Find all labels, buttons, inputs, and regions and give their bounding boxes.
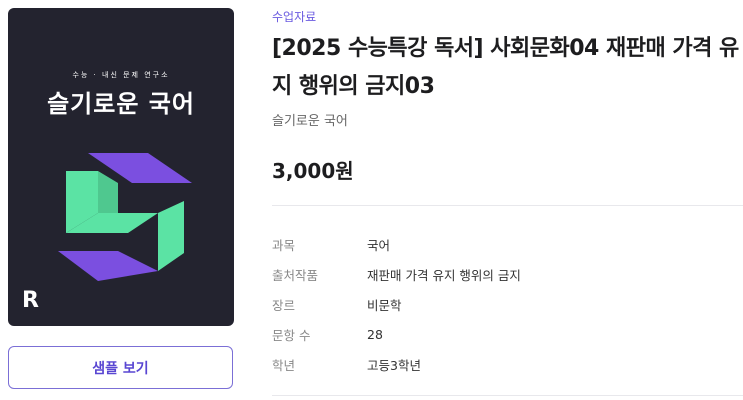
spec-list: 과목 국어 출처작품 재판매 가격 유지 행위의 금지 장르 비문학 문항 수 …	[272, 229, 521, 379]
spec-key: 장르	[272, 297, 296, 313]
divider	[272, 395, 743, 396]
spec-value: 국어	[367, 237, 391, 253]
product-title: [2025 수능특강 독서] 사회문화04 재판매 가격 유지 행위의 금지03	[272, 36, 739, 99]
s-logo-icon	[58, 153, 192, 281]
spec-row-grade: 학년 고등3학년	[272, 349, 521, 379]
price: 3,000원	[272, 159, 354, 183]
spec-row-question-count: 문항 수 28	[272, 319, 521, 349]
product-cover-image: 수능 · 내신 문제 연구소 슬기로운 국어 R	[8, 8, 234, 326]
spec-key: 과목	[272, 237, 296, 253]
spec-value: 28	[367, 326, 383, 342]
sample-view-button[interactable]: 샘플 보기	[8, 346, 233, 389]
publisher-logo: R	[22, 288, 39, 313]
spec-row-subject: 과목 국어	[272, 229, 521, 259]
spec-key: 출처작품	[272, 267, 319, 283]
spec-value: 비문학	[367, 297, 402, 313]
spec-value: 고등3학년	[367, 357, 421, 373]
author-name[interactable]: 슬기로운 국어	[272, 110, 348, 129]
category-label[interactable]: 수업자료	[272, 8, 316, 25]
spec-value: 재판매 가격 유지 행위의 금지	[367, 267, 521, 283]
spec-key: 문항 수	[272, 327, 311, 343]
spec-row-source: 출처작품 재판매 가격 유지 행위의 금지	[272, 259, 521, 289]
cover-subtitle: 수능 · 내신 문제 연구소	[72, 71, 170, 79]
spec-key: 학년	[272, 357, 296, 373]
divider	[272, 205, 743, 206]
spec-row-genre: 장르 비문학	[272, 289, 521, 319]
cover-title: 슬기로운 국어	[47, 90, 195, 118]
